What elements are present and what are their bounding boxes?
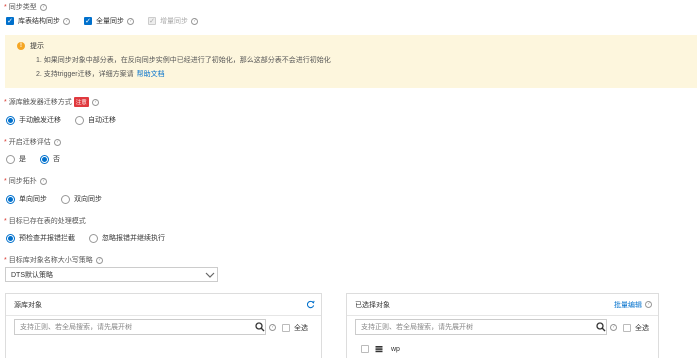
trigger-mode-options: 手动触发迁移 自动迁移	[6, 115, 130, 125]
sync-type-incremental-checkbox: ✓ 增量同步 ?	[148, 16, 198, 26]
radio-icon	[6, 154, 15, 164]
radio-icon	[75, 115, 84, 125]
selected-select-all-checkbox[interactable]: 全选	[623, 323, 649, 333]
help-icon[interactable]: ?	[53, 138, 61, 146]
radio-selected-icon	[40, 154, 49, 164]
checkbox-disabled-icon: ✓	[148, 17, 156, 25]
chevron-down-icon	[205, 272, 215, 278]
warning-icon: !	[17, 42, 25, 50]
help-icon[interactable]: ?	[95, 256, 103, 264]
note-badge: 注意	[73, 97, 89, 107]
selected-panel-title: 已选择对象	[355, 301, 390, 309]
tip-line-1: 1. 如果同步对象中部分表，在反向同步实例中已经进行了初始化，那么这部分表不会进…	[36, 57, 331, 64]
checkbox-checked-icon: ✓	[84, 17, 92, 25]
migration-eval-yes-radio[interactable]: 是	[6, 154, 26, 164]
checkbox-icon	[282, 324, 290, 332]
sync-type-label: * 同步类型?	[4, 2, 47, 12]
migration-eval-options: 是 否	[6, 154, 74, 164]
sync-type-options: ✓ 库表结构同步 ? ✓ 全量同步 ? ✓ 增量同步 ?	[6, 16, 212, 26]
search-icon[interactable]	[596, 322, 606, 332]
help-icon[interactable]: ?	[269, 324, 276, 331]
help-icon[interactable]: ?	[191, 17, 198, 25]
trigger-auto-radio[interactable]: 自动迁移	[75, 115, 116, 125]
radio-selected-icon	[6, 115, 15, 125]
checkbox-icon	[623, 324, 631, 332]
radio-icon	[89, 233, 98, 243]
list-item[interactable]: wp	[361, 345, 400, 353]
existing-table-precheck-radio[interactable]: 预检查并报错拦截	[6, 233, 75, 243]
topology-label: * 同步拓扑?	[4, 176, 47, 186]
help-icon[interactable]: ?	[63, 17, 70, 25]
help-icon[interactable]: ?	[39, 177, 47, 185]
batch-edit-link[interactable]: 批量编辑	[614, 300, 642, 310]
topology-two-way-radio[interactable]: 双向同步	[61, 194, 102, 204]
help-icon[interactable]: ?	[127, 17, 134, 25]
source-search-input[interactable]: 支持正则、若全局搜索，请先展开树	[14, 319, 266, 335]
selected-search-input[interactable]: 支持正则、若全局搜索，请先展开树	[355, 319, 607, 335]
radio-icon	[61, 194, 70, 204]
checkbox-checked-icon: ✓	[6, 17, 14, 25]
source-select-all-checkbox[interactable]: 全选	[282, 323, 308, 333]
topology-one-way-radio[interactable]: 单向同步	[6, 194, 47, 204]
refresh-icon[interactable]	[306, 300, 315, 309]
existing-table-options: 预检查并报错拦截 忽略报错并继续执行	[6, 233, 179, 243]
tip-box: ! 提示 1. 如果同步对象中部分表，在反向同步实例中已经进行了初始化，那么这部…	[5, 35, 697, 88]
existing-table-label: * 目标已存在表的处理模式	[4, 217, 86, 226]
radio-selected-icon	[6, 194, 15, 204]
radio-selected-icon	[6, 233, 15, 243]
sync-type-schema-checkbox[interactable]: ✓ 库表结构同步 ?	[6, 16, 70, 26]
existing-table-ignore-radio[interactable]: 忽略报错并继续执行	[89, 233, 165, 243]
checkbox-icon	[361, 345, 369, 353]
help-icon[interactable]: ?	[610, 324, 617, 331]
tip-line-2: 2. 支持trigger迁移，详细方案请 帮助文档	[36, 69, 165, 79]
database-icon	[375, 346, 383, 353]
help-icon[interactable]: ?	[91, 98, 99, 106]
topology-options: 单向同步 双向同步	[6, 194, 116, 204]
source-panel-title: 源库对象	[14, 301, 42, 309]
case-policy-select[interactable]: DTS默认策略	[5, 267, 218, 282]
help-icon[interactable]: ?	[39, 3, 47, 11]
search-icon[interactable]	[255, 322, 265, 332]
tip-title: 提示	[30, 43, 44, 50]
trigger-manual-radio[interactable]: 手动触发迁移	[6, 115, 61, 125]
help-doc-link[interactable]: 帮助文档	[137, 69, 165, 79]
trigger-mode-label: * 源库触发器迁移方式 注意 ?	[4, 97, 99, 107]
case-policy-label: * 目标库对象名称大小写策略?	[4, 255, 103, 265]
sync-type-full-checkbox[interactable]: ✓ 全量同步 ?	[84, 16, 134, 26]
migration-eval-label: * 开启迁移评估?	[4, 137, 61, 147]
help-icon[interactable]: ?	[645, 301, 652, 308]
migration-eval-no-radio[interactable]: 否	[40, 154, 60, 164]
